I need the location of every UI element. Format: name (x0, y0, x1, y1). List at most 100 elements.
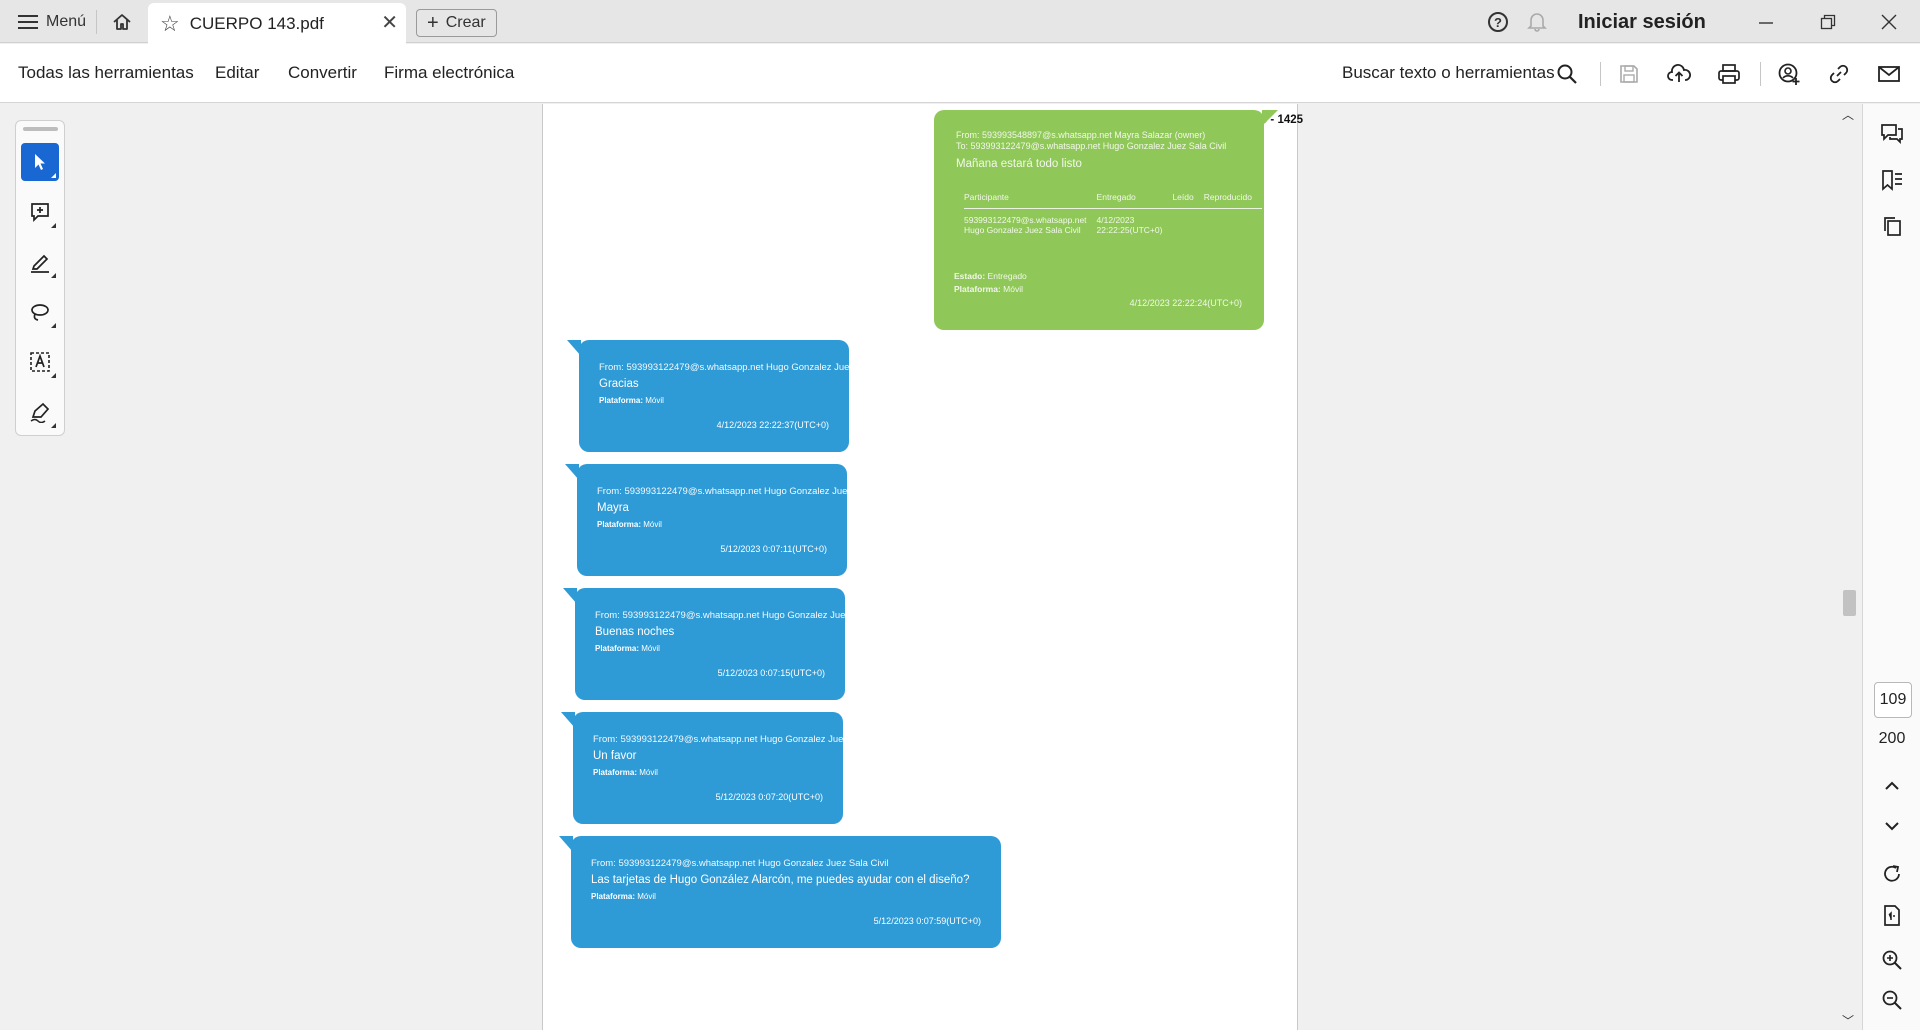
menu-button[interactable]: Menú (12, 7, 92, 37)
close-tab-icon[interactable]: ✕ (381, 13, 398, 33)
home-icon (113, 14, 131, 30)
printer-icon (1718, 64, 1740, 84)
rotate-button[interactable] (1878, 860, 1906, 888)
message-sender: From: 593993122479@s.whatsapp.net Hugo G… (595, 610, 893, 621)
platform-label: Plataforma: (593, 768, 638, 777)
chat-bubble-incoming: From: 593993122479@s.whatsapp.net Hugo G… (559, 836, 1001, 948)
previous-page-button[interactable] (1878, 772, 1906, 800)
delivery-table: Participante Entregado Leído Reproducido… (964, 192, 1262, 235)
zoom-out-button[interactable] (1878, 986, 1906, 1014)
divider (96, 10, 97, 34)
email-button[interactable] (1874, 59, 1904, 89)
message-timestamp: 4/12/2023 22:22:24(UTC+0) (1129, 298, 1242, 308)
document-viewport[interactable]: Catorce mil doscientos cincuenta y cinco… (540, 104, 1856, 1030)
signin-button[interactable]: Iniciar sesión (1578, 11, 1706, 34)
platform-value: Móvil (643, 520, 662, 529)
table-header: Participante (964, 192, 1097, 209)
document-tab[interactable]: ☆ CUERPO 143.pdf ✕ (148, 3, 406, 44)
pen-sign-icon (30, 402, 50, 423)
message-text: Gracias (599, 378, 639, 390)
add-comment-tool-button[interactable] (21, 193, 59, 231)
create-button[interactable]: + Crear (416, 9, 497, 37)
platform-value: Móvil (639, 768, 658, 777)
highlight-tool-button[interactable] (21, 243, 59, 281)
edit-menu[interactable]: Editar (215, 63, 259, 83)
platform-label: Plataforma: (591, 892, 636, 901)
left-panel (0, 104, 540, 1030)
divider (1760, 62, 1761, 86)
pages-icon (1884, 217, 1901, 236)
bubble-tail (563, 588, 577, 604)
restore-icon (1820, 14, 1836, 30)
message-platform: Plataforma: Móvil (593, 768, 658, 777)
message-status: Estado: Entregado Plataforma: Móvil (954, 270, 1027, 296)
share-people-button[interactable] (1774, 59, 1804, 89)
home-button[interactable] (106, 7, 138, 37)
search-tools-label[interactable]: Buscar texto o herramientas (1342, 63, 1555, 83)
message-platform: Plataforma: Móvil (597, 520, 662, 529)
minimize-button[interactable] (1743, 6, 1789, 38)
copy-link-button[interactable] (1824, 59, 1854, 89)
current-page-input[interactable]: 109 (1874, 682, 1912, 718)
help-icon[interactable]: ? (1488, 12, 1508, 32)
message-sender: From: 593993122479@s.whatsapp.net Hugo G… (597, 486, 895, 497)
close-icon (1881, 14, 1897, 30)
bell-icon[interactable] (1527, 10, 1547, 37)
print-button[interactable] (1714, 59, 1744, 89)
table-cell: 4/12/2023 22:22:25(UTC+0) (1096, 215, 1163, 235)
message-platform: Plataforma: Móvil (595, 644, 660, 653)
chat-bubble-incoming: From: 593993122479@s.whatsapp.net Hugo G… (563, 588, 892, 700)
comments-panel-button[interactable] (1878, 120, 1906, 148)
cursor-arrow-icon (35, 154, 45, 170)
bubble-tail (561, 712, 575, 728)
scroll-up-arrow[interactable]: ︿ (1842, 106, 1854, 123)
rotate-icon (1884, 865, 1900, 882)
table-header: Reproducido (1203, 192, 1262, 209)
state-label: Estado: (954, 271, 986, 281)
select-tool-button[interactable] (21, 143, 59, 181)
bubble-tail (559, 836, 573, 852)
chat-bubble-incoming: From: 593993122479@s.whatsapp.net Hugo G… (567, 340, 896, 452)
all-tools-menu[interactable]: Todas las herramientas (18, 63, 194, 83)
message-timestamp: 5/12/2023 0:07:15(UTC+0) (717, 668, 825, 678)
scrollbar-thumb[interactable] (1843, 590, 1856, 616)
scroll-down-arrow[interactable]: ﹀ (1842, 1012, 1854, 1029)
save-button[interactable] (1614, 59, 1644, 89)
message-platform: Plataforma: Móvil (599, 396, 664, 405)
restore-button[interactable] (1805, 6, 1851, 38)
esign-menu[interactable]: Firma electrónica (384, 63, 514, 83)
zoom-in-icon (1882, 950, 1902, 970)
platform-label: Plataforma: (595, 644, 640, 653)
chat-bubble-incoming: From: 593993122479@s.whatsapp.net Hugo G… (565, 464, 894, 576)
state-value: Entregado (987, 271, 1027, 281)
message-timestamp: 5/12/2023 0:07:20(UTC+0) (715, 792, 823, 802)
zoom-in-button[interactable] (1878, 946, 1906, 974)
message-timestamp: 4/12/2023 22:22:37(UTC+0) (716, 420, 829, 430)
table-row: 593993122479@s.whatsapp.net Hugo Gonzale… (964, 209, 1262, 236)
message-timestamp: 5/12/2023 0:07:59(UTC+0) (873, 916, 981, 926)
tab-title: CUERPO 143.pdf (189, 13, 324, 33)
message-sender: From: 593993122479@s.whatsapp.net Hugo G… (591, 858, 889, 869)
hamburger-icon (18, 15, 38, 29)
bookmarks-panel-button[interactable] (1878, 166, 1906, 194)
draw-tool-button[interactable] (21, 293, 59, 331)
from-line: From: 593993548897@s.whatsapp.net Mayra … (956, 130, 1206, 140)
search-button[interactable] (1552, 59, 1582, 89)
convert-menu[interactable]: Convertir (288, 63, 357, 83)
platform-label: Plataforma: (599, 396, 644, 405)
next-page-button[interactable] (1878, 812, 1906, 840)
page-fit-button[interactable] (1878, 902, 1906, 930)
star-icon[interactable]: ☆ (160, 12, 180, 35)
platform-label: Plataforma: (954, 284, 1001, 294)
zoom-out-icon (1882, 990, 1902, 1010)
upload-button[interactable] (1664, 59, 1694, 89)
drag-handle[interactable] (23, 127, 58, 131)
table-cell: 593993122479@s.whatsapp.net Hugo Gonzale… (964, 215, 1087, 235)
text-select-tool-button[interactable] (21, 343, 59, 381)
page-thumbnails-button[interactable] (1878, 212, 1906, 240)
chevron-down-icon (1885, 822, 1899, 831)
sign-tool-button[interactable] (21, 393, 59, 431)
close-window-button[interactable] (1866, 6, 1912, 38)
link-icon (1829, 64, 1849, 84)
comments-icon (1881, 124, 1903, 145)
